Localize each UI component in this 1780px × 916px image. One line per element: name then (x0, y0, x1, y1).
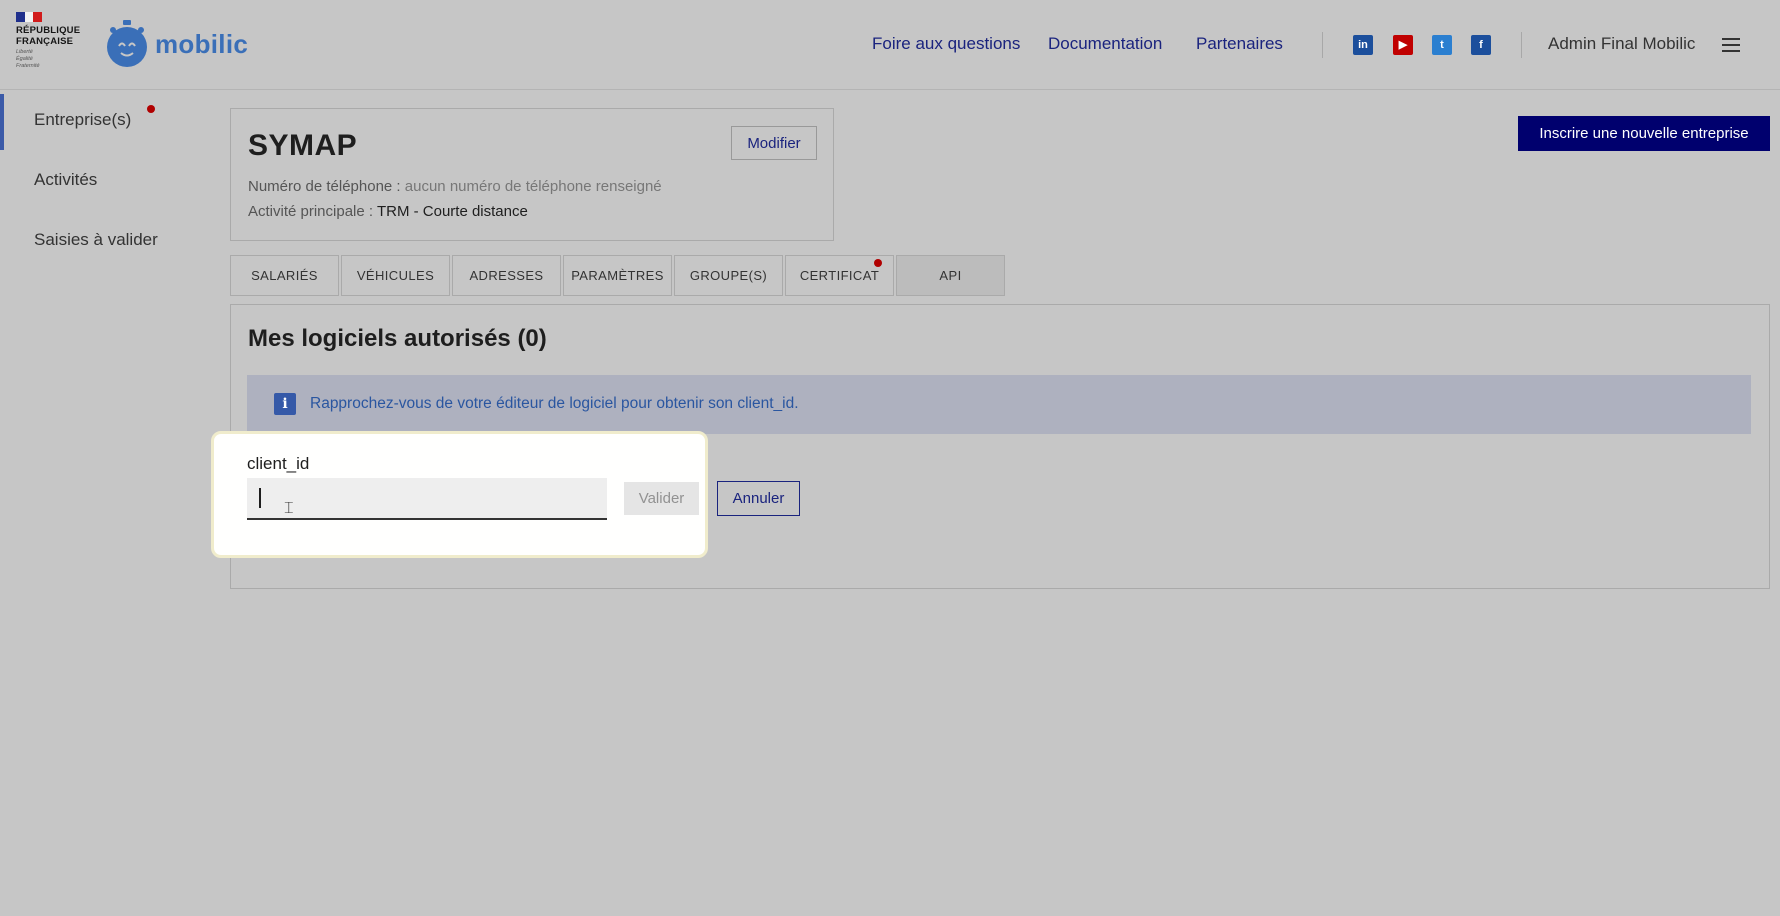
sidebar-active-indicator (0, 94, 4, 150)
phone-value: aucun numéro de téléphone renseigné (404, 178, 662, 195)
activity-value: TRM - Courte distance (376, 203, 528, 220)
brand-name: mobilic (155, 28, 249, 59)
top-header: RÉPUBLIQUE FRANÇAISE Liberté Égalité Fra… (0, 0, 1780, 90)
tab-parametres[interactable]: PARAMÈTRES (563, 255, 672, 296)
mobilic-logo[interactable]: mobilic (105, 20, 248, 68)
user-menu-name[interactable]: Admin Final Mobilic (1548, 34, 1695, 54)
gov-logo-line: FRANÇAISE (16, 36, 74, 47)
edit-company-button[interactable]: Modifier (731, 126, 817, 160)
company-card: SYMAP Modifier Numéro de téléphone : auc… (230, 108, 834, 241)
nav-documentation-link[interactable]: Documentation (1048, 34, 1162, 54)
tab-adresses[interactable]: ADRESSES (452, 255, 561, 296)
tab-salaries[interactable]: SALARIÉS (230, 255, 339, 296)
validate-button[interactable]: Valider (624, 482, 699, 515)
info-banner-text: Rapprochez-vous de votre éditeur de logi… (310, 395, 799, 412)
youtube-icon[interactable]: ▶ (1393, 35, 1413, 55)
panel-title: Mes logiciels autorisés (0) (248, 325, 547, 352)
info-icon: i (274, 393, 296, 415)
client-id-label: client_id (247, 454, 310, 473)
hamburger-menu-icon[interactable] (1722, 38, 1740, 56)
tab-vehicules[interactable]: VÉHICULES (341, 255, 450, 296)
nav-faq-link[interactable]: Foire aux questions (872, 34, 1020, 54)
sidebar-item-saisies[interactable]: Saisies à valider (34, 230, 158, 250)
company-tabs: SALARIÉS VÉHICULES ADRESSES PARAMÈTRES G… (230, 255, 1007, 296)
add-company-button[interactable]: Inscrire une nouvelle entreprise (1518, 116, 1770, 151)
company-phone: Numéro de téléphone : aucun numéro de té… (248, 178, 662, 195)
gov-motto-line: Fraternité (16, 63, 40, 69)
company-activity: Activité principale : TRM - Courte dista… (248, 203, 528, 220)
notification-dot (147, 105, 155, 113)
company-name: SYMAP (248, 129, 358, 162)
cancel-button[interactable]: Annuler (717, 481, 800, 516)
nav-partners-link[interactable]: Partenaires (1196, 34, 1283, 54)
notification-dot (874, 259, 882, 267)
text-caret (259, 488, 261, 508)
gov-motto-line: Égalité (16, 56, 33, 62)
twitter-icon[interactable]: t (1432, 35, 1452, 55)
tab-groupes[interactable]: GROUPE(S) (674, 255, 783, 296)
facebook-icon[interactable]: f (1471, 35, 1491, 55)
client-id-input[interactable] (247, 478, 607, 520)
info-banner: i Rapprochez-vous de votre éditeur de lo… (247, 375, 1751, 434)
divider (1521, 32, 1522, 58)
republique-francaise-logo[interactable]: RÉPUBLIQUE FRANÇAISE Liberté Égalité Fra… (16, 12, 86, 70)
gov-logo-line: RÉPUBLIQUE (16, 25, 81, 36)
divider (1322, 32, 1323, 58)
french-flag-icon (16, 12, 43, 22)
activity-label: Activité principale : (248, 203, 377, 220)
sidebar-item-activites[interactable]: Activités (34, 170, 97, 190)
linkedin-icon[interactable]: in (1353, 35, 1373, 55)
tab-api[interactable]: API (896, 255, 1005, 296)
sidebar-item-entreprises[interactable]: Entreprise(s) (34, 110, 131, 130)
gov-motto-line: Liberté (16, 49, 33, 55)
text-cursor-icon: ⌶ (284, 500, 294, 517)
phone-label: Numéro de téléphone : (248, 178, 405, 195)
mobilic-mascot-icon (107, 20, 147, 67)
